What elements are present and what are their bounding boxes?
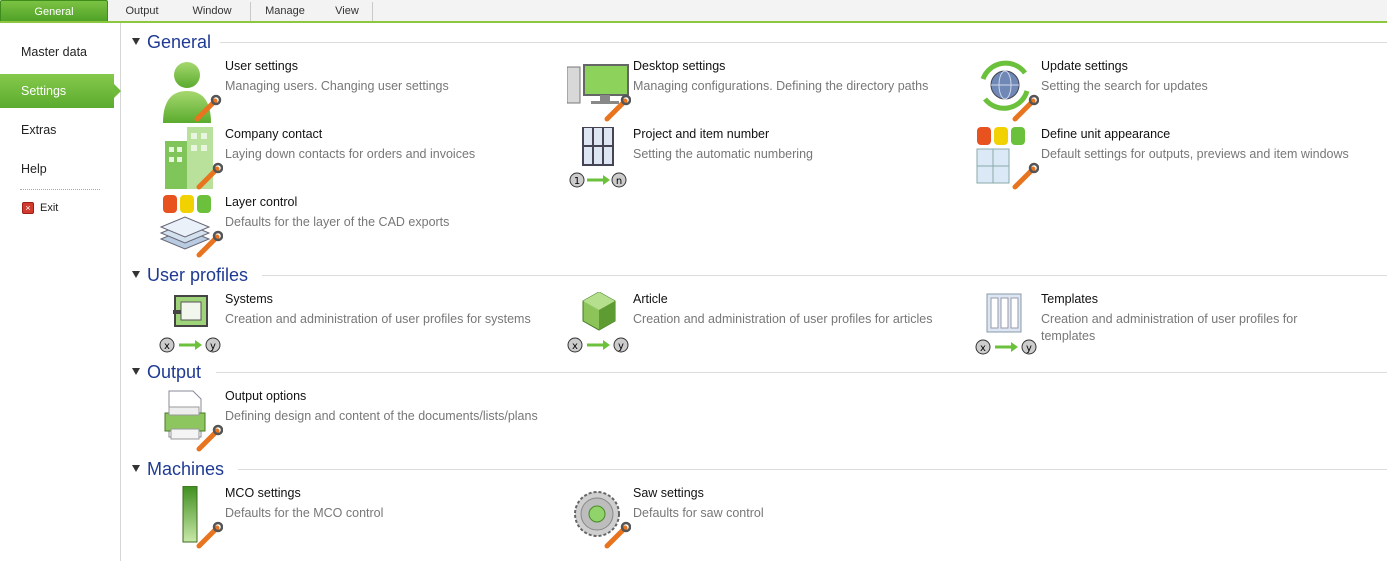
exit-button[interactable]: × Exit [22, 201, 58, 215]
section-machines-header[interactable]: Machines [122, 458, 1387, 480]
layers-icon [159, 195, 223, 258]
svg-text:1: 1 [574, 176, 580, 187]
section-rule [238, 469, 1387, 470]
item-description: Defining design and content of the docum… [225, 409, 538, 423]
item-description: Setting the search for updates [1041, 79, 1208, 93]
tab-group-separator [372, 2, 373, 21]
item-name: Desktop settings [633, 59, 726, 73]
unit-appearance-icon [976, 127, 1039, 190]
output-options-item[interactable]: Output options Defining design and conte… [159, 389, 559, 453]
company-contact-item[interactable]: Company contact Laying down contacts for… [159, 127, 559, 191]
user-icon [163, 62, 222, 123]
tab-output[interactable]: Output [113, 0, 171, 21]
sidebar-divider [20, 189, 100, 190]
item-description: Managing users. Changing user settings [225, 79, 449, 93]
item-description: Defaults for saw control [633, 506, 764, 520]
item-name: Article [633, 292, 668, 306]
desktop-icon [567, 64, 631, 122]
article-item[interactable]: x y Article Creation and administration … [567, 292, 967, 356]
section-rule [216, 372, 1387, 373]
layer-control-item[interactable]: Layer control Defaults for the layer of … [159, 195, 559, 259]
item-description: Defaults for the layer of the CAD export… [225, 215, 450, 229]
item-name: Saw settings [633, 486, 704, 500]
section-user-profiles-header[interactable]: User profiles [122, 264, 1387, 286]
section-general-header[interactable]: General [122, 31, 1387, 53]
item-description: Default settings for outputs, previews a… [1041, 147, 1349, 161]
section-title: Machines [147, 459, 225, 479]
collapse-triangle-icon [132, 271, 140, 278]
svg-text:x: x [164, 341, 170, 352]
svg-text:x: x [572, 341, 578, 352]
item-description: Defaults for the MCO control [225, 506, 384, 520]
tab-manage[interactable]: Manage [256, 0, 314, 21]
sidebar-item-settings[interactable]: Settings [0, 74, 121, 108]
templates-item[interactable]: x y Templates Creation and administratio… [975, 292, 1375, 356]
item-name: Templates [1041, 292, 1098, 306]
item-name: Project and item number [633, 127, 770, 141]
globe-refresh-icon [980, 60, 1039, 122]
tab-group-separator [250, 2, 251, 21]
item-description: Managing configurations. Defining the di… [633, 79, 929, 93]
svg-text:y: y [210, 341, 216, 352]
item-name: User settings [225, 59, 298, 73]
section-output-header[interactable]: Output [122, 361, 1387, 383]
sidebar: Master data Settings Extras Help × Exit [0, 23, 121, 561]
item-name: Layer control [225, 195, 298, 209]
svg-text:y: y [1026, 343, 1032, 354]
section-rule [220, 42, 1387, 43]
item-name: Systems [225, 292, 273, 306]
saw-settings-item[interactable]: Saw settings Defaults for saw control [567, 486, 967, 550]
section-title: Output [147, 362, 202, 382]
building-icon [165, 127, 223, 190]
tab-general[interactable]: General [0, 0, 108, 21]
item-name: Define unit appearance [1041, 127, 1171, 141]
desktop-settings-item[interactable]: Desktop settings Managing configurations… [567, 59, 967, 123]
sidebar-item-help[interactable]: Help [0, 152, 121, 186]
tab-window[interactable]: Window [182, 0, 242, 21]
printer-icon [164, 390, 223, 452]
section-title: User profiles [147, 265, 249, 285]
mco-icon [182, 486, 223, 549]
item-description: Laying down contacts for orders and invo… [225, 147, 476, 161]
systems-icon: x y [159, 295, 221, 353]
svg-text:y: y [618, 341, 624, 352]
numbering-icon: 1 n [569, 127, 627, 188]
item-description: Creation and administration of user prof… [1041, 312, 1298, 343]
item-description: Setting the automatic numbering [633, 147, 813, 161]
item-name: Output options [225, 389, 307, 403]
sidebar-item-extras[interactable]: Extras [0, 113, 121, 147]
project-item-number-item[interactable]: 1 n Project and item number Setting the … [567, 127, 967, 191]
item-name: Update settings [1041, 59, 1128, 73]
mco-settings-item[interactable]: MCO settings Defaults for the MCO contro… [159, 486, 559, 550]
templates-icon: x y [975, 293, 1037, 355]
update-settings-item[interactable]: Update settings Setting the search for u… [975, 59, 1375, 123]
ribbon-tab-bar: General Output Window Manage View [0, 0, 1387, 23]
collapse-triangle-icon [132, 38, 140, 45]
exit-label: Exit [40, 202, 59, 214]
section-rule [262, 275, 1387, 276]
exit-icon: × [22, 202, 34, 215]
svg-text:x: x [980, 343, 986, 354]
item-description: Creation and administration of user prof… [225, 312, 531, 326]
systems-item[interactable]: x y Systems Creation and administration … [159, 292, 559, 356]
item-name: Company contact [225, 127, 323, 141]
section-title: General [147, 32, 212, 52]
user-settings-item[interactable]: User settings Managing users. Changing u… [159, 59, 559, 123]
tab-view[interactable]: View [322, 0, 372, 21]
sidebar-item-master-data[interactable]: Master data [0, 35, 121, 69]
collapse-triangle-icon [132, 368, 140, 375]
item-description: Creation and administration of user prof… [633, 312, 933, 326]
saw-blade-icon [574, 491, 631, 549]
cube-icon: x y [567, 292, 629, 353]
settings-panel: General User settings Managing users. Ch… [122, 23, 1387, 561]
svg-text:n: n [616, 176, 622, 187]
item-name: MCO settings [225, 486, 301, 500]
define-unit-appearance-item[interactable]: Define unit appearance Default settings … [975, 127, 1375, 191]
collapse-triangle-icon [132, 465, 140, 472]
